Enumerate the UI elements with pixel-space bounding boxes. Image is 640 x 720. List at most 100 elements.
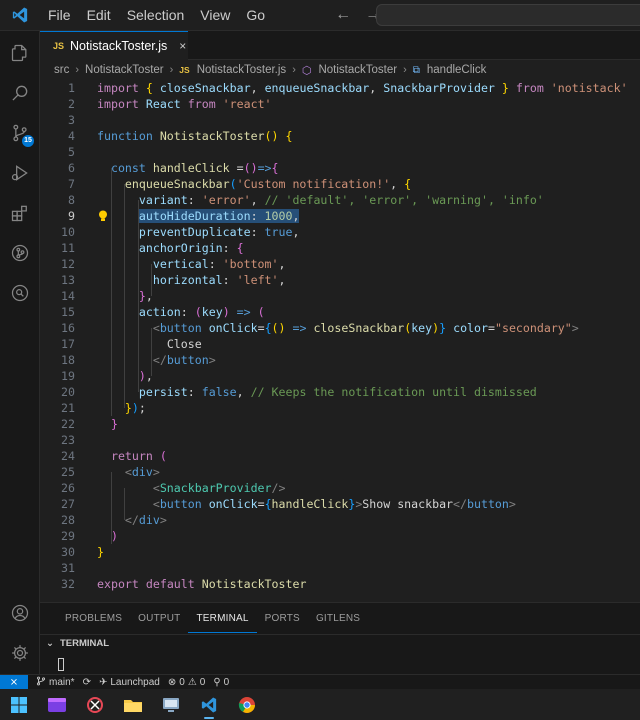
remote-indicator-icon[interactable]: ⨯ [0,674,28,690]
javascript-file-icon: JS [179,65,190,75]
code-line: 21 }); [61,401,146,415]
search-icon[interactable] [0,73,40,113]
editor-tab-bar: JS NotistackToster.js × [40,31,640,60]
run-debug-icon[interactable] [0,153,40,193]
launchpad-status[interactable]: ✈ Launchpad [99,677,160,688]
javascript-file-icon: JS [53,41,65,51]
terminal-cursor[interactable] [58,658,64,671]
error-icon: ⊗ [167,676,177,688]
remote-desktop-icon[interactable] [152,689,190,720]
breadcrumb-component[interactable]: NotistackToster [318,64,397,76]
tab-ports[interactable]: PORTS [257,603,308,633]
breadcrumb: src › NotistackToster › JS NotistackTost… [40,60,640,80]
chevron-right-icon: › [169,64,174,76]
code-line: 7 enqueueSnackbar('Custom notification!'… [68,177,412,191]
code-line: 25 <div> [61,465,160,479]
explorer-icon[interactable] [0,33,40,73]
code-line: 8 variant: 'error', // 'default', 'error… [68,193,544,207]
settings-gear-icon[interactable] [0,633,40,673]
code-line: 2 import React from 'react' [68,97,272,111]
menu-edit[interactable]: Edit [79,0,119,31]
tab-terminal[interactable]: TERMINAL [188,603,257,633]
sync-icon[interactable]: ⟳ [83,677,91,688]
gitlens-icon[interactable] [0,233,40,273]
code-line: 18 </button> [61,353,216,367]
ports-status[interactable]: ⚲ 0 [213,677,229,688]
method-icon: ⧉ [412,64,420,76]
code-line-active: 9 autoHideDuration: 1000, [68,209,300,223]
video-editor-icon[interactable] [38,689,76,720]
code-line: 3 [68,113,75,127]
code-line: 29 ) [61,529,118,543]
file-explorer-icon[interactable] [114,689,152,720]
problems-status[interactable]: ⊗ 0 ⚠ 0 [168,677,205,688]
code-line: 1 import { closeSnackbar, enqueueSnackbar… [68,81,628,95]
code-line: 19 ), [61,369,153,383]
command-center-search[interactable] [376,4,640,26]
menu-view[interactable]: View [192,0,238,31]
launchpad-label: Launchpad [110,676,160,688]
code-line: 20 persist: false, // Keeps the notifica… [61,385,537,399]
terminal-title: TERMINAL [59,638,110,649]
tab-gitlens[interactable]: GITLENS [308,603,368,633]
chevron-right-icon: › [403,64,407,76]
accounts-icon[interactable] [0,593,40,633]
source-control-icon[interactable]: 15 [0,113,40,153]
code-line: 22 } [61,417,118,431]
close-icon[interactable]: × [179,39,186,53]
tab-output[interactable]: OUTPUT [130,603,188,633]
launchpad-icon: ✈ [98,676,108,688]
terminal-section-header[interactable]: ⌄ TERMINAL [40,634,640,652]
warning-icon: ⚠ [187,676,197,688]
breadcrumb-folder[interactable]: NotistackToster [85,64,164,76]
source-control-badge: 15 [22,135,34,147]
menu-file[interactable]: File [40,0,79,31]
windows-taskbar [0,689,640,720]
warning-count: 0 [199,676,206,688]
navigation-arrows: ← → [335,6,381,24]
code-line: 26 <SnackbarProvider/> [61,481,286,495]
breadcrumb-src[interactable]: src [54,64,69,76]
extensions-icon[interactable] [0,193,40,233]
bottom-panel: PROBLEMS OUTPUT TERMINAL PORTS GITLENS ⌄… [40,602,640,674]
branch-icon [36,676,46,689]
back-arrow-icon[interactable]: ← [335,6,351,24]
code-line: 14 }, [61,289,153,303]
code-line: 28 </div> [61,513,167,527]
windows-start-icon[interactable] [0,689,38,720]
branch-name: main* [49,676,75,688]
code-line: 12 vertical: 'bottom', [61,257,286,271]
broadcast-icon: ⚲ [213,676,221,688]
tab-label: NotistackToster.js [70,39,168,53]
error-count: 0 [179,676,185,688]
component-cube-icon: ⬡ [301,64,312,77]
status-bar: ⨯ main* ⟳ ✈ Launchpad ⊗ 0 ⚠ 0 ⚲ 0 [0,674,640,690]
tab-problems[interactable]: PROBLEMS [57,603,130,633]
snipping-tool-icon[interactable] [76,689,114,720]
menu-selection[interactable]: Selection [119,0,193,31]
chrome-icon[interactable] [228,689,266,720]
menu-bar: File Edit Selection View Go [40,0,273,31]
code-line: 24 return ( [61,449,167,463]
code-editor[interactable]: 1 import { closeSnackbar, enqueueSnackbar… [40,80,640,602]
code-line: 5 [68,145,75,159]
panel-tabs: PROBLEMS OUTPUT TERMINAL PORTS GITLENS [40,603,368,633]
breadcrumb-file[interactable]: NotistackToster.js [197,64,286,76]
tab-notistacktoster[interactable]: JS NotistackToster.js × [40,31,188,60]
code-line: 27 <button onClick={handleClick}>Show sn… [61,497,516,511]
code-line: 23 [61,433,75,447]
chevron-right-icon: › [75,64,80,76]
ports-count: 0 [223,676,230,688]
chevron-down-icon: ⌄ [46,638,54,649]
code-line: 30} [61,545,104,559]
chevron-right-icon: › [292,64,296,76]
vscode-logo-icon [0,0,40,31]
remote-explorer-icon[interactable] [0,273,40,313]
breadcrumb-method[interactable]: handleClick [427,64,486,76]
menu-go[interactable]: Go [238,0,273,31]
code-line: 16 <button onClick={() => closeSnackbar(… [61,321,579,335]
vscode-taskbar-icon[interactable] [190,689,228,720]
branch-status[interactable]: main* [36,676,75,689]
code-line: 31 [61,561,75,575]
title-bar: File Edit Selection View Go ← → [0,0,640,31]
